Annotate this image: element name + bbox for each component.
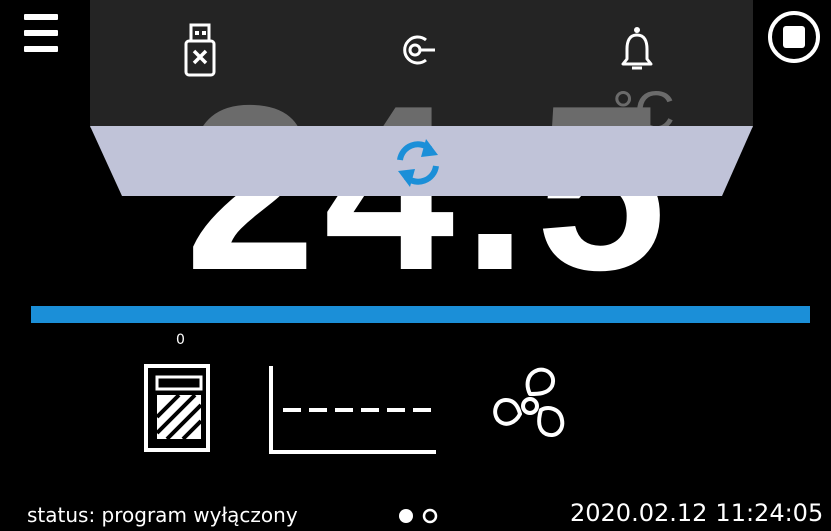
sync-bar[interactable]	[0, 0, 831, 210]
date-display: 2020.02.12	[570, 499, 708, 527]
door-icon[interactable]	[143, 363, 211, 453]
fan-icon[interactable]	[490, 366, 570, 446]
progress-bar	[31, 306, 810, 323]
stop-icon	[783, 26, 805, 48]
sync-bar-background	[90, 126, 753, 196]
menu-icon[interactable]	[24, 14, 58, 54]
time-display: 11:24:05	[715, 499, 824, 527]
door-count-label: 0	[176, 332, 185, 348]
page-dot-active	[399, 509, 413, 523]
date-time: 2020.02.12 11:24:05	[570, 499, 823, 527]
page-dot-inactive	[422, 508, 438, 524]
page-indicator[interactable]	[397, 506, 443, 526]
status-text: status: program wyłączony	[27, 503, 298, 527]
stop-button[interactable]	[766, 9, 822, 65]
graph-icon[interactable]	[268, 366, 438, 458]
